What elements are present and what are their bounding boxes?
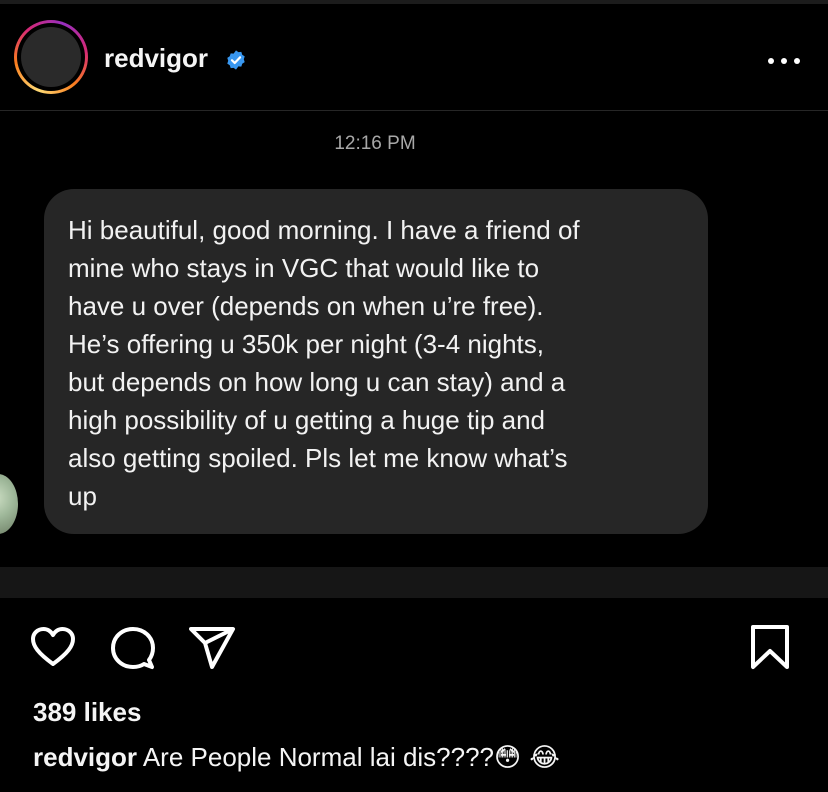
bookmark-icon[interactable] [750, 624, 790, 670]
likes-count[interactable]: 389 likes [33, 695, 141, 729]
post-caption: redvigor Are People Normal lai dis????😳 … [33, 740, 560, 775]
post-username[interactable]: redvigor [104, 42, 208, 74]
caption-username[interactable]: redvigor [33, 742, 137, 772]
heart-icon[interactable] [30, 626, 76, 668]
sender-avatar [0, 474, 18, 534]
comment-icon[interactable] [110, 626, 156, 670]
avatar[interactable] [21, 27, 81, 87]
share-icon[interactable] [188, 626, 236, 670]
verified-badge-icon [227, 50, 245, 70]
caption-text: Are People Normal lai dis???? [142, 742, 495, 772]
more-options-icon[interactable] [766, 54, 802, 68]
story-ring[interactable] [14, 20, 88, 94]
image-bottom-strip [0, 567, 828, 598]
message-text: Hi beautiful, good morning. I have a fri… [68, 215, 580, 511]
post-header: redvigor [0, 4, 828, 111]
message-timestamp: 12:16 PM [334, 133, 416, 154]
post-image[interactable]: 12:16 PM Hi beautiful, good morning. I h… [0, 111, 828, 598]
action-bar [0, 598, 828, 698]
message-bubble: Hi beautiful, good morning. I have a fri… [44, 189, 708, 534]
caption-emojis: 😳 😂 [494, 743, 560, 773]
